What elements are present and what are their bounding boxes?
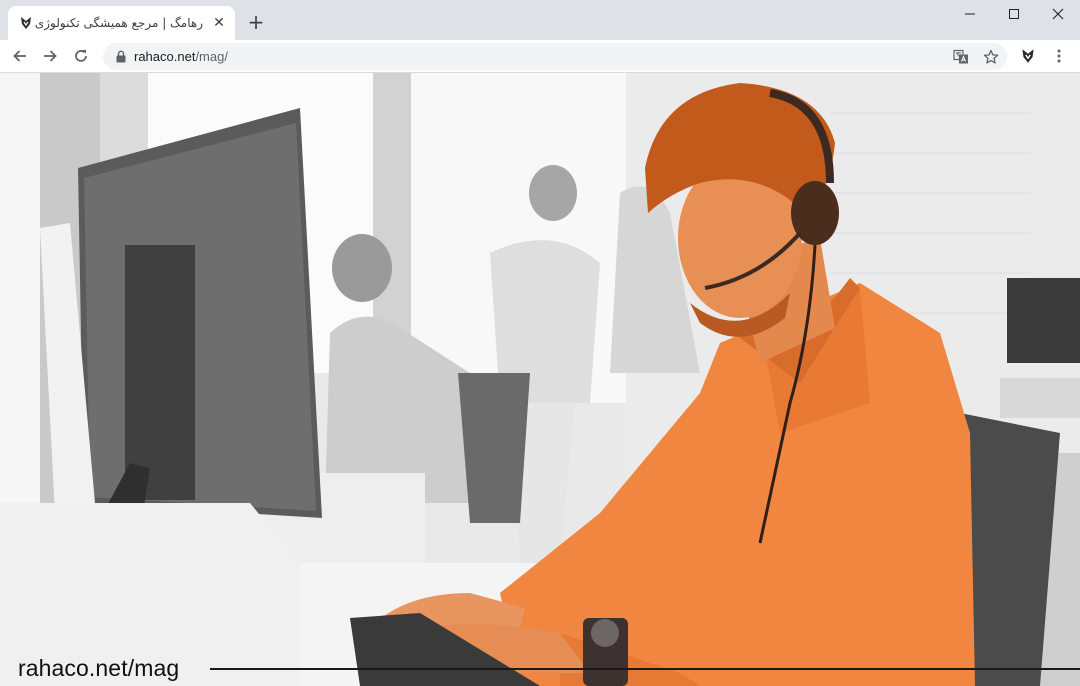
close-window-button[interactable] [1036, 0, 1080, 28]
active-tab[interactable]: رهامگ | مرجع همیشگی تکنولوژی | ✕ [8, 6, 235, 40]
back-arrow-icon [13, 50, 26, 62]
caption-site: rahaco.net/ [18, 655, 135, 681]
menu-dots-icon [1057, 49, 1061, 63]
url-path: /mag/ [195, 49, 228, 64]
page-caption: rahaco.net/mag [18, 653, 179, 683]
hero-image: rahaco.net/mag [0, 73, 1080, 686]
new-tab-button[interactable]: + [246, 12, 266, 32]
tab-title: رهامگ | مرجع همیشگی تکنولوژی | [34, 16, 203, 30]
bookmark-star-icon [983, 49, 999, 64]
caption-section: mag [134, 655, 180, 681]
browser-toolbar: rahaco.net/mag/ [0, 40, 1080, 73]
url-host: rahaco.net [134, 49, 196, 64]
browser-menu-button[interactable] [1047, 44, 1071, 68]
forward-button[interactable] [38, 44, 62, 68]
reload-button[interactable] [69, 44, 93, 68]
url-text[interactable]: rahaco.net/mag/ [134, 43, 228, 70]
translate-button[interactable] [951, 47, 971, 67]
extension-rahaco-icon [1022, 49, 1034, 63]
call-center-agent-photo [0, 73, 1080, 686]
forward-arrow-icon [44, 50, 57, 62]
tab-close-icon[interactable]: ✕ [211, 15, 227, 31]
translate-icon [953, 49, 968, 64]
bookmark-button[interactable] [981, 47, 1001, 67]
back-button[interactable] [8, 44, 32, 68]
lock-icon[interactable] [115, 50, 127, 63]
minimize-icon [965, 13, 975, 15]
close-icon [1052, 8, 1064, 20]
caption-divider [210, 668, 1080, 670]
maximize-button[interactable] [992, 0, 1036, 28]
address-bar[interactable]: rahaco.net/mag/ [103, 43, 1007, 70]
reload-icon [75, 50, 87, 62]
maximize-icon [1009, 9, 1019, 19]
minimize-button[interactable] [948, 0, 992, 28]
rahaco-extension-button[interactable] [1016, 44, 1040, 68]
rahaco-logo-icon [21, 17, 31, 29]
tab-strip: رهامگ | مرجع همیشگی تکنولوژی | ✕ + [0, 0, 1080, 40]
